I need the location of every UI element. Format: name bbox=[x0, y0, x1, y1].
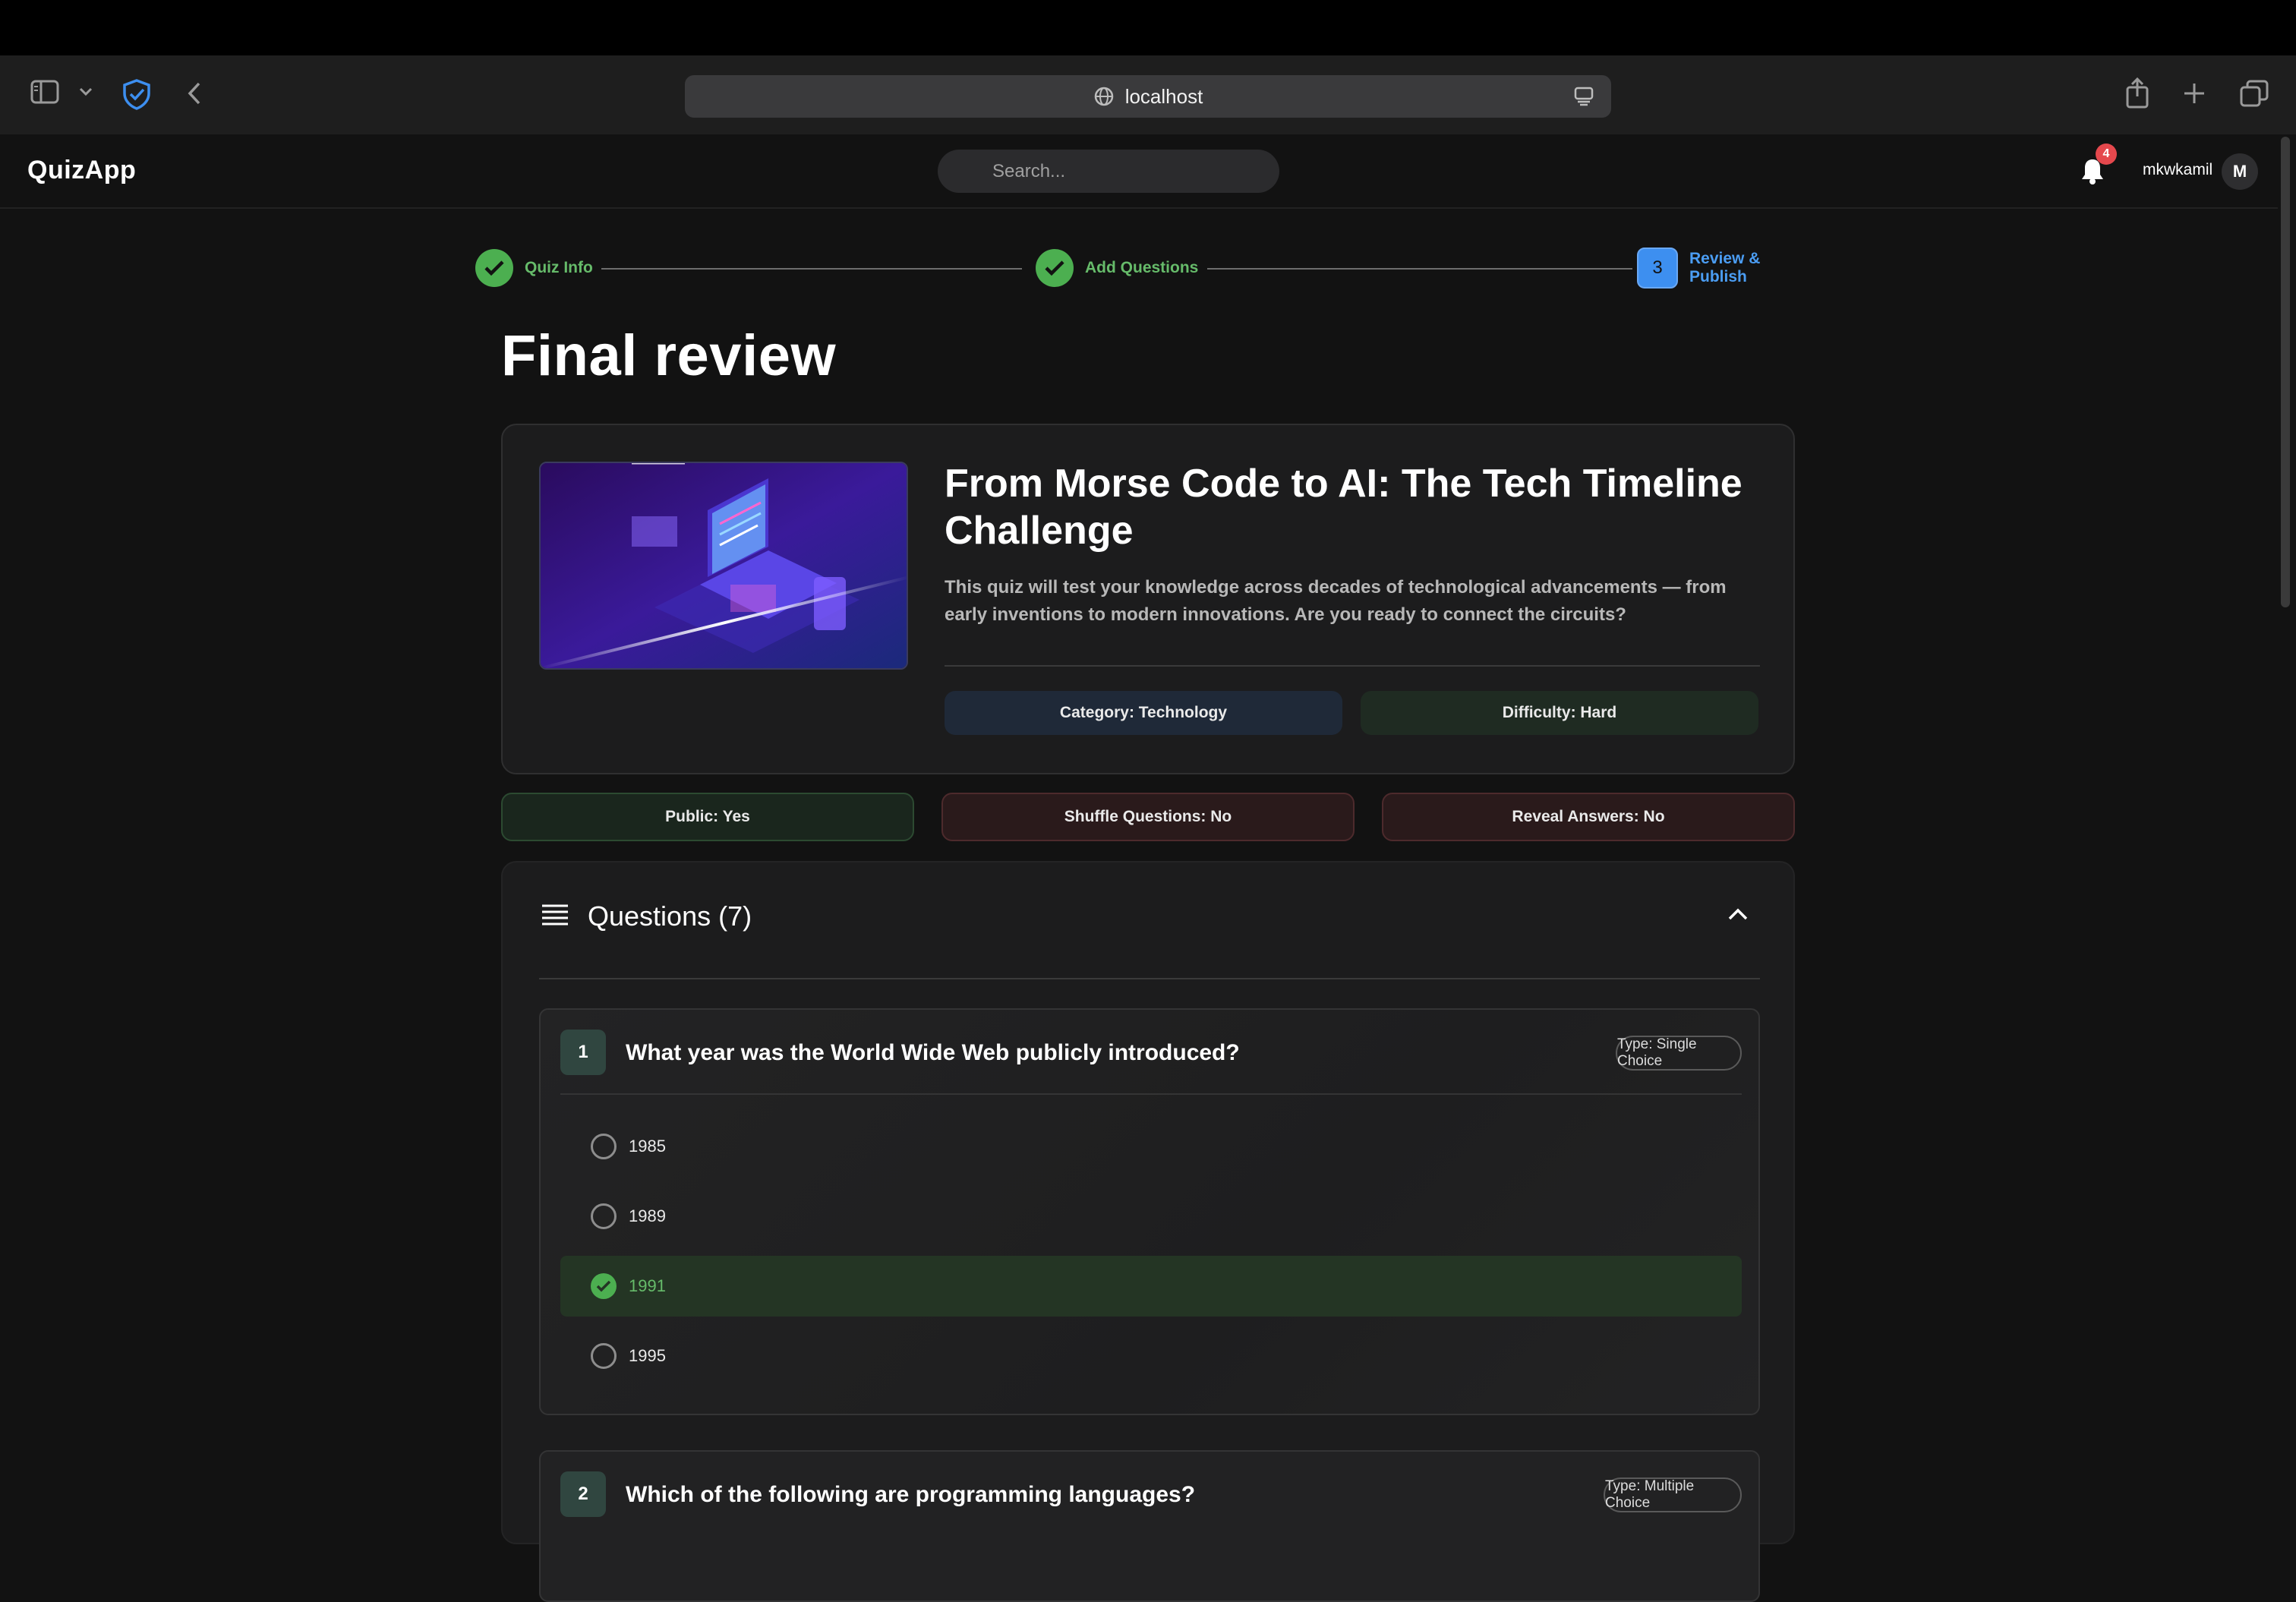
answer-option: 1989 bbox=[560, 1186, 1742, 1247]
app-header: QuizApp 4 mkwkamil M bbox=[0, 134, 2278, 209]
back-icon[interactable] bbox=[187, 81, 202, 106]
questions-title: Questions (7) bbox=[588, 900, 752, 932]
answer-option: 1995 bbox=[560, 1326, 1742, 1386]
step-label: Quiz Info bbox=[525, 259, 593, 276]
plus-icon[interactable] bbox=[2182, 81, 2206, 106]
step-label: Review & Publish bbox=[1689, 250, 1761, 285]
option-label: 1985 bbox=[629, 1137, 666, 1156]
stepper: Quiz Info Add Questions 3 Review & Publi… bbox=[475, 248, 1822, 289]
radio-icon bbox=[591, 1343, 617, 1369]
question-card: 1 What year was the World Wide Web publi… bbox=[539, 1008, 1760, 1415]
public-setting-pill: Public: Yes bbox=[501, 793, 914, 841]
answer-option-correct: 1991 bbox=[560, 1256, 1742, 1317]
check-icon bbox=[1036, 249, 1074, 287]
questions-panel: Questions (7) 1 What year was the World … bbox=[501, 861, 1795, 1602]
step-number: 3 bbox=[1637, 248, 1678, 289]
shuffle-setting-pill: Shuffle Questions: No bbox=[941, 793, 1355, 841]
step-review-publish[interactable]: 3 Review & Publish bbox=[1637, 248, 1822, 289]
search-input[interactable] bbox=[938, 150, 1279, 193]
option-label: 1995 bbox=[629, 1346, 666, 1365]
step-quiz-info[interactable]: Quiz Info bbox=[475, 249, 593, 287]
username[interactable]: mkwkamil bbox=[2143, 161, 2212, 179]
scrollbar[interactable] bbox=[2281, 137, 2290, 607]
share-icon[interactable] bbox=[2124, 77, 2150, 109]
question-text: What year was the World Wide Web publicl… bbox=[626, 1040, 1240, 1065]
quiz-description: This quiz will test your knowledge acros… bbox=[945, 577, 1727, 625]
question-type-badge: Type: Single Choice bbox=[1616, 1036, 1742, 1071]
url-text: localhost bbox=[1124, 84, 1203, 108]
shield-icon[interactable] bbox=[121, 78, 152, 110]
page-title: Final review bbox=[501, 323, 837, 388]
quiz-cover-image bbox=[539, 462, 908, 670]
radio-icon bbox=[591, 1203, 617, 1229]
divider bbox=[560, 1093, 1742, 1095]
chevron-down-icon[interactable] bbox=[79, 87, 93, 96]
divider bbox=[945, 665, 1760, 667]
os-menu-strip bbox=[0, 0, 2296, 55]
question-number: 1 bbox=[560, 1030, 606, 1075]
radio-icon bbox=[591, 1134, 617, 1159]
sidebar-icon[interactable] bbox=[30, 80, 59, 104]
check-icon bbox=[591, 1273, 617, 1299]
questions-header[interactable]: Questions (7) bbox=[541, 900, 752, 932]
step-connector bbox=[1207, 268, 1632, 270]
step-connector bbox=[601, 268, 1022, 270]
question-type-badge: Type: Multiple Choice bbox=[1604, 1477, 1742, 1512]
question-number: 2 bbox=[560, 1471, 606, 1517]
category-chip: Category: Technology bbox=[945, 691, 1342, 735]
answer-option: 1985 bbox=[560, 1116, 1742, 1177]
browser-toolbar: localhost bbox=[0, 55, 2296, 134]
quiz-title: From Morse Code to AI: The Tech Timeline… bbox=[945, 462, 1742, 553]
check-icon bbox=[475, 249, 513, 287]
avatar[interactable]: M bbox=[2222, 153, 2258, 190]
notification-badge: 4 bbox=[2096, 143, 2117, 165]
list-icon bbox=[541, 903, 569, 931]
step-label: Add Questions bbox=[1085, 259, 1199, 276]
quiz-summary-card: From Morse Code to AI: The Tech Timeline… bbox=[501, 424, 1795, 774]
option-label: 1991 bbox=[629, 1276, 666, 1295]
difficulty-chip: Difficulty: Hard bbox=[1361, 691, 1758, 735]
divider bbox=[539, 978, 1760, 979]
tabs-icon[interactable] bbox=[2240, 80, 2269, 107]
globe-icon bbox=[1093, 86, 1115, 107]
step-add-questions[interactable]: Add Questions bbox=[1036, 249, 1198, 287]
chevron-up-icon[interactable] bbox=[1728, 908, 1748, 924]
option-label: 1989 bbox=[629, 1206, 666, 1225]
reader-icon[interactable] bbox=[1573, 86, 1594, 107]
question-card: 2 Which of the following are programming… bbox=[539, 1450, 1760, 1602]
question-text: Which of the following are programming l… bbox=[626, 1482, 1196, 1507]
reveal-setting-pill: Reveal Answers: No bbox=[1382, 793, 1795, 841]
app-logo[interactable]: QuizApp bbox=[27, 156, 136, 185]
url-field[interactable]: localhost bbox=[685, 75, 1611, 118]
